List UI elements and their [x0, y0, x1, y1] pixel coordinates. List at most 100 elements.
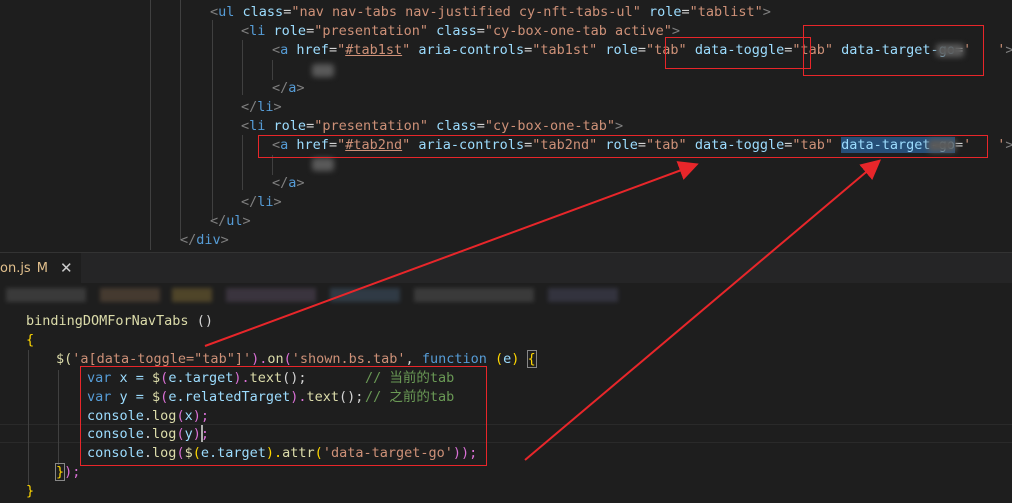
comma: ,: [405, 351, 422, 367]
attr-name: role: [273, 23, 307, 39]
attr-value: "tablist": [689, 4, 763, 20]
tag-name: div: [196, 232, 221, 248]
indent-guide: [180, 0, 181, 240]
annotation-box: [258, 135, 988, 158]
attr-name: aria-controls: [418, 42, 525, 58]
tag-bracket: >: [1005, 42, 1012, 58]
code-line: <li role="presentation" class="cy-box-on…: [241, 23, 680, 39]
breadcrumb-segment: [414, 288, 534, 302]
tag-bracket: >: [242, 213, 251, 229]
indent-guide: [272, 60, 273, 80]
breadcrumb-segment: [6, 288, 86, 302]
tag-bracket: </: [272, 80, 289, 96]
indent-guide: [28, 350, 29, 485]
punct: (: [283, 351, 292, 367]
indent-guide: [58, 370, 59, 465]
code-line: </div>: [180, 231, 229, 250]
editor-tab-bar: on.js M ✕: [0, 252, 1012, 283]
attr-value: "cy-box-one-tab": [484, 118, 615, 134]
tag-bracket: >: [273, 194, 282, 210]
code-line: {: [26, 331, 34, 350]
breadcrumb: [0, 284, 640, 306]
redacted-text: [312, 64, 334, 77]
code-line: </a>: [272, 79, 305, 98]
tag-bracket: <: [241, 118, 250, 134]
breadcrumb-segment: [100, 288, 160, 302]
function-name: bindingDOMForNavTabs: [26, 313, 189, 329]
arrow-line: [524, 159, 882, 461]
breadcrumb-segment: [172, 288, 212, 302]
tag-name: li: [257, 194, 274, 210]
close-icon[interactable]: ✕: [60, 259, 73, 277]
modified-badge: M: [36, 260, 48, 276]
tag-bracket: <: [210, 4, 219, 20]
indent-guide: [242, 135, 243, 190]
tag-name: li: [249, 23, 266, 39]
attr-value-link[interactable]: #tab1st: [345, 42, 402, 58]
attr-value: ": [402, 42, 411, 58]
redacted-text: [312, 158, 334, 171]
punct: );: [64, 464, 81, 480]
tag-bracket: >: [296, 175, 305, 191]
indent-guide: [242, 40, 243, 95]
attr-value: "presentation": [314, 118, 428, 134]
brace: {: [26, 332, 35, 348]
brace-match: {: [526, 350, 537, 368]
attr-value: "presentation": [314, 23, 428, 39]
string: 'a[data-toggle="tab"]': [72, 351, 252, 367]
code-line: <li role="presentation" class="cy-box-on…: [241, 118, 624, 134]
tag-bracket: </: [241, 99, 258, 115]
code-line: </ul>: [210, 212, 251, 231]
attr-name: class: [436, 23, 477, 39]
attr-name: role: [273, 118, 307, 134]
tag-name: a: [280, 42, 289, 58]
keyword: function: [421, 351, 487, 367]
tag-bracket: </: [210, 213, 227, 229]
tag-name: li: [257, 99, 274, 115]
code-line: bindingDOMForNavTabs (): [26, 312, 213, 331]
string: 'shown.bs.tab': [291, 351, 406, 367]
code-line: </a>: [272, 174, 305, 193]
breadcrumb-segment: [226, 288, 316, 302]
brace: }: [26, 483, 35, 499]
attr-value: ": [337, 42, 346, 58]
annotation-box: [803, 25, 984, 76]
breadcrumb-segment: [330, 288, 400, 302]
code-line: <ul class="nav nav-tabs nav-justified cy…: [210, 4, 771, 20]
punct: ).: [251, 351, 268, 367]
annotation-box: [665, 37, 811, 69]
method: on: [267, 351, 284, 367]
tab-filename[interactable]: on.js: [0, 261, 31, 276]
tag-name: ul: [218, 4, 235, 20]
tag-bracket: <: [272, 42, 281, 58]
tag-bracket: <: [241, 23, 250, 39]
tag-bracket: </: [241, 194, 258, 210]
brace-match: }: [54, 463, 66, 481]
tag-name: li: [249, 118, 266, 134]
annotation-box: [80, 366, 487, 466]
tag-bracket: >: [273, 99, 282, 115]
attr-name: role: [605, 42, 638, 58]
attr-value: "cy-box-one-tab active": [484, 23, 672, 39]
tag-bracket: >: [220, 232, 229, 248]
attr-value: "tab1st": [532, 42, 598, 58]
indent-guide: [272, 155, 273, 175]
breadcrumb-segment: [548, 288, 618, 302]
code-line: });: [54, 463, 81, 482]
editor-tab[interactable]: on.js M ✕: [0, 253, 81, 283]
code-line: }: [26, 482, 34, 501]
punct: (: [494, 351, 504, 367]
indent-guide: [150, 0, 151, 250]
code-line: </li>: [241, 193, 282, 212]
attr-name: class: [242, 4, 284, 20]
attr-name: href: [296, 42, 329, 58]
tag-bracket: </: [272, 175, 289, 191]
tag-bracket: >: [614, 118, 624, 134]
tag-name: ul: [226, 213, 243, 229]
tag-bracket: >: [762, 4, 771, 20]
indent-guide: [212, 20, 213, 220]
tag-bracket: >: [1005, 137, 1012, 153]
tag-bracket: </: [180, 232, 197, 248]
